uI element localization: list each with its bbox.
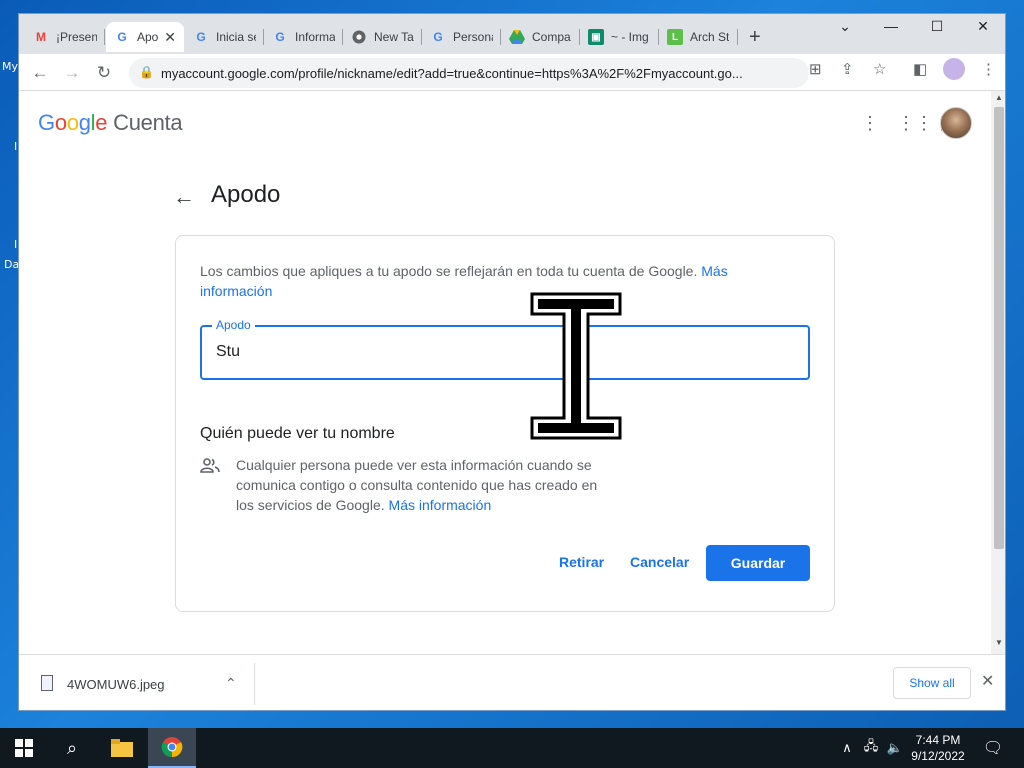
clock-time: 7:44 PM: [915, 733, 961, 747]
tab-title: ¡Presen: [56, 30, 97, 44]
close-window-button[interactable]: ✕: [963, 18, 1003, 35]
download-item[interactable]: 4WOMUW6.jpeg ⌃: [19, 663, 255, 705]
nickname-card: Los cambios que apliques a tu apodo se r…: [175, 235, 835, 612]
google-icon: G: [196, 30, 206, 44]
google-account-logo[interactable]: Google Cuenta: [38, 110, 183, 136]
remove-button[interactable]: Retirar: [559, 554, 604, 570]
back-button[interactable]: ←: [27, 60, 53, 86]
tab-gmail[interactable]: M ¡Presen: [25, 22, 105, 52]
more-info-link[interactable]: Más información: [389, 497, 492, 513]
scroll-up-icon[interactable]: ▲: [995, 93, 1003, 102]
start-button[interactable]: [0, 728, 48, 768]
tab-title: New Ta: [374, 30, 414, 44]
desktop-icon-label[interactable]: Da: [4, 258, 19, 271]
download-file-name[interactable]: 4WOMUW6.jpeg: [67, 677, 165, 692]
forward-button[interactable]: →: [59, 60, 85, 86]
tab-new-tab[interactable]: New Ta: [343, 22, 422, 52]
google-icon: G: [275, 30, 285, 44]
nickname-field-label: Apodo: [212, 318, 255, 332]
more-options-icon[interactable]: ⋮: [861, 113, 879, 134]
close-download-bar-icon[interactable]: ✕: [981, 671, 994, 691]
tab-title: Informa: [295, 30, 335, 44]
taskbar: ⌕ ∧ 🖧 🔈 7:44 PM 9/12/2022 🗨: [0, 728, 1024, 768]
more-menu-icon[interactable]: ⋮: [981, 60, 996, 78]
file-icon: [41, 675, 53, 691]
clock-date: 9/12/2022: [911, 749, 965, 763]
tab-img[interactable]: ▣ ~ - Img: [580, 22, 659, 52]
side-panel-icon[interactable]: ◧: [913, 60, 927, 78]
page-content: Google Cuenta ⋮ ⋮⋮⋮ ← Apodo Los cambios q…: [19, 91, 991, 654]
save-button[interactable]: Guardar: [706, 545, 810, 581]
maximize-button[interactable]: ☐: [917, 18, 957, 35]
tab-personal[interactable]: G Persona: [422, 22, 501, 52]
tab-title: Inicia se: [216, 30, 256, 44]
tab-apodo[interactable]: G Apo ✕: [106, 22, 184, 52]
nickname-description: Los cambios que apliques a tu apodo se r…: [200, 263, 728, 299]
tab-title: Apo: [137, 30, 159, 44]
tab-drive[interactable]: Compa: [501, 22, 580, 52]
page-title: Apodo: [211, 181, 281, 208]
nickname-field[interactable]: Apodo: [200, 318, 810, 380]
desktop-icon-label[interactable]: I: [14, 140, 17, 153]
network-icon[interactable]: 🖧: [860, 728, 882, 768]
volume-icon[interactable]: 🔈: [884, 728, 906, 768]
new-tab-button[interactable]: +: [749, 26, 761, 49]
gmail-icon: M: [36, 30, 46, 44]
chrome-taskbar-icon[interactable]: [148, 728, 196, 768]
tab-title: ~ - Img: [611, 30, 649, 44]
tab-informacion[interactable]: G Informa: [264, 22, 343, 52]
tab-title: Compa: [532, 30, 571, 44]
image-icon: ▣: [588, 29, 604, 45]
minimize-button[interactable]: —: [871, 18, 911, 34]
scrollbar[interactable]: ▲ ▼: [991, 91, 1005, 654]
address-bar[interactable]: 🔒 myaccount.google.com/profile/nickname/…: [129, 58, 809, 88]
tab-title: Persona: [453, 30, 493, 44]
chevron-down-icon[interactable]: ⌄: [825, 18, 865, 35]
scrollbar-thumb[interactable]: [994, 107, 1004, 549]
share-icon[interactable]: ⇪: [841, 60, 854, 78]
reload-button[interactable]: ↻: [91, 60, 117, 86]
google-icon: G: [433, 30, 443, 44]
avatar[interactable]: [940, 107, 972, 139]
download-bar: 4WOMUW6.jpeg ⌃ Show all ✕: [19, 654, 1005, 710]
browser-window: M ¡Presen G Apo ✕ G Inicia se G Informa …: [18, 13, 1006, 711]
bookmark-star-icon[interactable]: ☆: [873, 60, 886, 78]
chevron-up-icon[interactable]: ∧: [836, 728, 858, 768]
windows-logo-icon: [15, 739, 33, 757]
show-all-button[interactable]: Show all: [893, 667, 971, 699]
tab-title: Arch St: [690, 30, 730, 44]
visibility-heading: Quién puede ver tu nombre: [200, 425, 395, 442]
chrome-icon: [351, 29, 367, 45]
chevron-up-icon[interactable]: ⌃: [225, 675, 237, 692]
arch-icon: L: [667, 29, 683, 45]
lock-icon[interactable]: 🔒: [139, 65, 154, 79]
system-clock[interactable]: 7:44 PM 9/12/2022: [906, 732, 970, 764]
tab-strip: M ¡Presen G Apo ✕ G Inicia se G Informa …: [19, 14, 1005, 54]
close-tab-icon[interactable]: ✕: [164, 29, 176, 46]
cancel-button[interactable]: Cancelar: [630, 554, 689, 570]
text-cursor-icon: [530, 292, 622, 440]
desktop-icon-label[interactable]: I: [14, 238, 17, 251]
google-icon: G: [117, 30, 127, 44]
tab-arch[interactable]: L Arch St: [659, 22, 738, 52]
url-text[interactable]: myaccount.google.com/profile/nickname/ed…: [161, 66, 761, 81]
desktop-icon-label[interactable]: My: [2, 60, 18, 73]
people-icon: [200, 458, 220, 473]
file-explorer-icon[interactable]: [98, 728, 146, 768]
profile-icon[interactable]: [943, 58, 965, 80]
back-arrow-icon[interactable]: ←: [173, 184, 195, 210]
browser-toolbar: ← → ↻ 🔒 myaccount.google.com/profile/nic…: [19, 54, 1005, 91]
translate-icon[interactable]: ⊞: [809, 60, 822, 78]
search-icon[interactable]: ⌕: [48, 728, 96, 768]
scroll-down-icon[interactable]: ▼: [995, 638, 1003, 647]
tab-inicia[interactable]: G Inicia se: [185, 22, 264, 52]
visibility-description: Cualquier persona puede ver esta informa…: [236, 457, 598, 513]
nickname-input[interactable]: [216, 343, 796, 361]
notifications-icon[interactable]: 🗨: [978, 728, 1008, 768]
drive-icon: [509, 29, 525, 45]
